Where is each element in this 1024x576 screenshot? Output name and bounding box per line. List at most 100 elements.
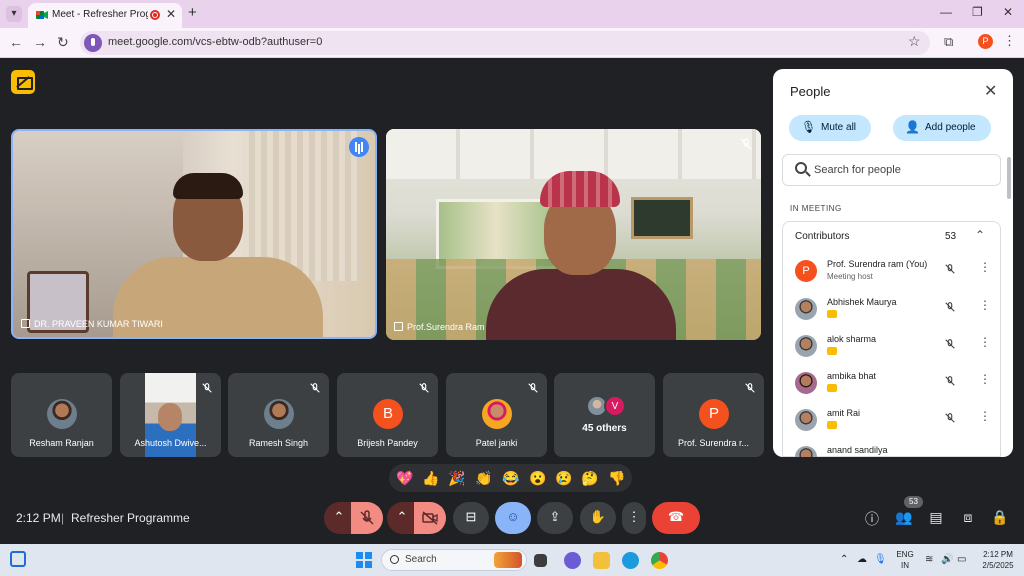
video-options-button[interactable]: ⌃ — [387, 502, 417, 534]
people-icon[interactable]: 👥 — [895, 509, 913, 527]
participant-row[interactable]: P Prof. Surendra ram (You) Meeting host … — [783, 254, 1002, 291]
camera-off-indicator-icon — [11, 70, 35, 94]
teams-icon[interactable] — [564, 552, 581, 569]
participant-row[interactable]: amit Rai ⋮ — [783, 403, 1002, 440]
main-tile-host[interactable]: Prof.Surendra Ram — [386, 129, 761, 340]
new-tab-icon[interactable]: + — [188, 4, 197, 21]
main-tile-speaker[interactable]: DR. PRAVEEN KUMAR TIWARI — [11, 129, 377, 339]
chevron-up-icon[interactable]: ⌃ — [975, 228, 985, 242]
participant-tile[interactable]: Patel janki — [446, 373, 547, 457]
minimize-icon[interactable]: — — [940, 5, 952, 19]
mic-off-icon — [740, 138, 752, 150]
camera-toggle-button[interactable] — [414, 502, 446, 534]
participant-row[interactable]: ambika bhat ⋮ — [783, 366, 1002, 403]
widgets-icon[interactable] — [10, 551, 26, 567]
more-vert-icon[interactable]: ⋮ — [979, 298, 991, 312]
cloud-icon[interactable]: ☁ — [857, 554, 867, 565]
meeting-title: Refresher Programme — [71, 511, 190, 525]
participant-row[interactable]: anand sandilya — [783, 440, 1002, 457]
add-people-button[interactable]: 👤 Add people — [893, 115, 991, 141]
mic-off-icon[interactable] — [944, 263, 956, 275]
edge-icon[interactable] — [622, 552, 639, 569]
search-input[interactable]: Search for people — [782, 154, 1001, 186]
mic-off-icon[interactable] — [944, 301, 956, 313]
emoji-icon: ☺ — [506, 509, 520, 524]
reaction-clap[interactable]: 👏 — [474, 468, 494, 488]
raise-hand-button[interactable]: ✋ — [580, 502, 616, 534]
microphone-toggle-button[interactable] — [351, 502, 383, 534]
participant-name: anand sandilya — [827, 445, 888, 455]
pin-icon[interactable] — [21, 319, 30, 328]
language-region[interactable]: IN — [893, 561, 917, 570]
chrome-icon[interactable] — [651, 552, 668, 569]
reaction-thinking[interactable]: 🤔 — [580, 468, 600, 488]
participant-tile[interactable]: Ramesh Singh — [228, 373, 329, 457]
activities-icon[interactable]: ⧈ — [959, 509, 977, 527]
reaction-laugh[interactable]: 😂 — [501, 468, 521, 488]
microphone-icon[interactable]: 🎙 — [874, 554, 887, 565]
browser-menu-icon[interactable]: ⋮ — [1003, 33, 1016, 49]
tab-close-icon[interactable]: ✕ — [166, 7, 176, 21]
mic-off-icon[interactable] — [944, 338, 956, 350]
close-icon[interactable]: ✕ — [984, 81, 997, 101]
reaction-heart[interactable]: 💖 — [395, 468, 415, 488]
site-mic-icon[interactable] — [84, 34, 102, 52]
more-vert-icon[interactable]: ⋮ — [979, 335, 991, 349]
window-close-icon[interactable]: ✕ — [1003, 5, 1013, 19]
more-vert-icon[interactable]: ⋮ — [979, 372, 991, 386]
audio-options-button[interactable]: ⌃ — [324, 502, 354, 534]
reaction-sad[interactable]: 😢 — [554, 468, 574, 488]
restore-icon[interactable]: ❐ — [972, 5, 983, 19]
tray-overflow-icon[interactable]: ⌃ — [840, 554, 848, 565]
others-tile[interactable]: V 45 others — [554, 373, 655, 457]
bookmark-star-icon[interactable]: ☆ — [908, 33, 921, 50]
extensions-icon[interactable]: ⧉ — [944, 34, 953, 50]
tab-meet[interactable]: Meet - Refresher Programm ✕ — [28, 3, 182, 28]
mic-off-icon[interactable] — [944, 412, 956, 424]
reactions-button[interactable]: ☺ — [495, 502, 531, 534]
present-button[interactable]: ⇪ — [537, 502, 573, 534]
reload-icon[interactable]: ↻ — [57, 34, 69, 51]
participant-tile[interactable]: Ashutosh Dwive... — [120, 373, 221, 457]
more-vert-icon[interactable]: ⋮ — [979, 260, 991, 274]
participant-name: ambika bhat — [827, 371, 877, 381]
language-code[interactable]: ENG — [893, 550, 917, 559]
wifi-icon[interactable]: ≋ — [925, 554, 933, 565]
host-controls-icon[interactable]: 🔒 — [991, 509, 1009, 527]
leave-call-button[interactable]: ☎ — [652, 502, 700, 534]
avatar — [47, 399, 77, 429]
captions-button[interactable]: ⊟ — [453, 502, 489, 534]
pin-icon[interactable] — [394, 322, 403, 331]
back-icon[interactable]: ← — [9, 34, 23, 50]
participant-tile[interactable]: B Brijesh Pandey — [337, 373, 438, 457]
mute-all-button[interactable]: 🎙 Mute all — [789, 115, 871, 141]
forward-icon[interactable]: → — [33, 34, 47, 50]
file-explorer-icon[interactable] — [593, 552, 610, 569]
mic-off-icon[interactable] — [944, 375, 956, 387]
tab-search-chevron-icon[interactable]: ▾ — [6, 6, 22, 22]
add-person-icon: 👤 — [905, 120, 920, 134]
volume-icon[interactable]: 🔊 — [941, 554, 953, 565]
taskbar-time[interactable]: 2:12 PM — [976, 550, 1020, 559]
participant-row[interactable]: alok sharma ⋮ — [783, 329, 1002, 366]
profile-avatar[interactable]: P — [978, 34, 993, 49]
battery-icon[interactable]: ▭ — [957, 554, 966, 565]
panel-scrollbar[interactable] — [1007, 157, 1011, 199]
participant-row[interactable]: Abhishek Maurya ⋮ — [783, 292, 1002, 329]
reaction-thumbs-up[interactable]: 👍 — [421, 468, 441, 488]
participant-tile[interactable]: P Prof. Surendra r... — [663, 373, 764, 457]
url-field[interactable]: meet.google.com/vcs-ebtw-odb?authuser=0 … — [80, 31, 930, 55]
windows-start-icon[interactable] — [356, 552, 372, 568]
more-options-button[interactable]: ⋮ — [622, 502, 646, 534]
taskbar-search[interactable]: Search — [381, 549, 527, 571]
task-view-icon[interactable] — [534, 554, 547, 567]
meet-logo-icon — [36, 11, 48, 19]
taskbar-date[interactable]: 2/5/2025 — [976, 561, 1020, 570]
reaction-party[interactable]: 🎉 — [447, 468, 467, 488]
participant-tile[interactable]: Resham Ranjan — [11, 373, 112, 457]
reaction-surprised[interactable]: 😮 — [528, 468, 548, 488]
reaction-thumbs-down[interactable]: 👎 — [607, 468, 627, 488]
chat-icon[interactable]: ▤ — [927, 509, 945, 527]
more-vert-icon[interactable]: ⋮ — [979, 409, 991, 423]
meeting-info-icon[interactable]: ⓘ — [863, 509, 881, 527]
